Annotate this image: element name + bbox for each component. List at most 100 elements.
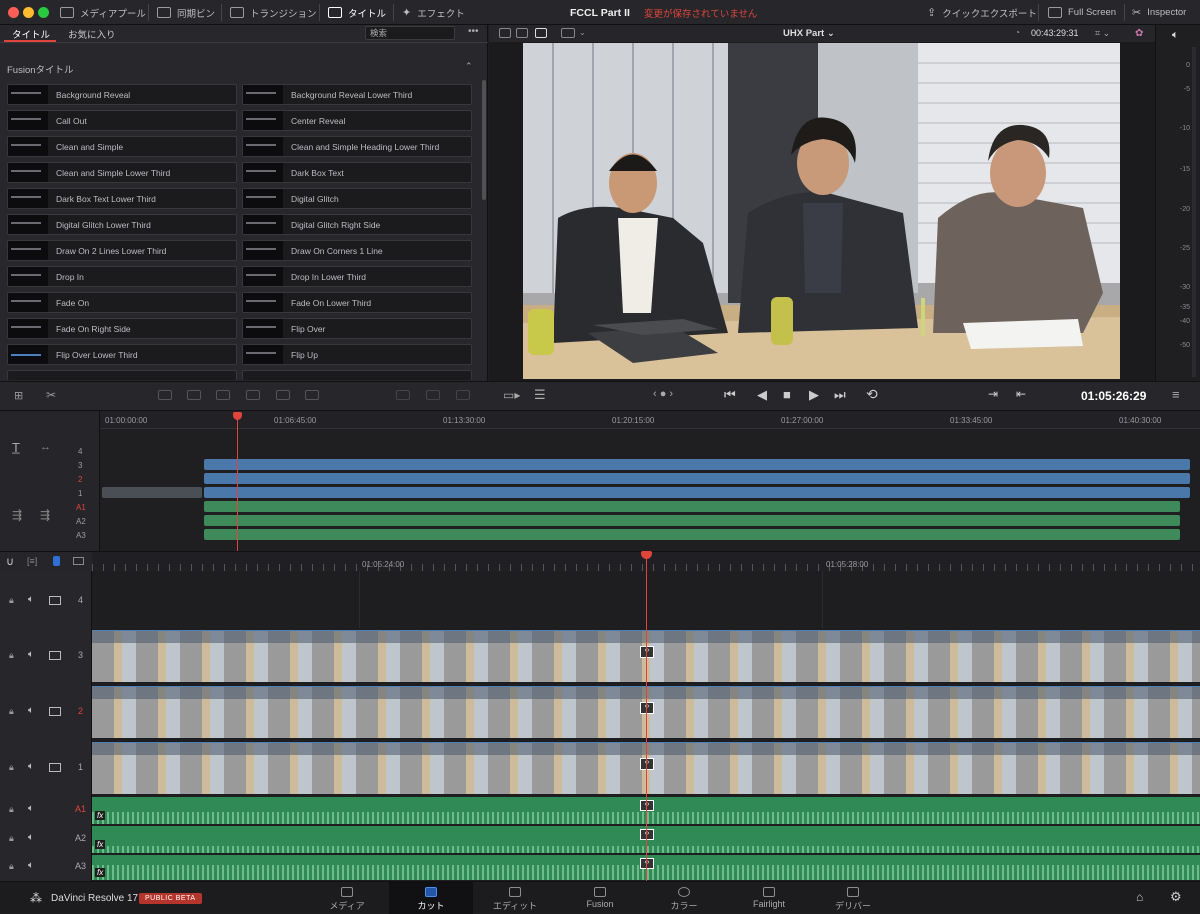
source-tape-icon[interactable]: ▭▸ [503, 388, 520, 402]
ripple-overwrite-icon[interactable] [216, 390, 230, 400]
play-reverse-icon[interactable]: ◀ [757, 387, 767, 403]
close-up-icon[interactable] [246, 390, 260, 400]
page-tab-media[interactable]: メディア [305, 882, 389, 914]
audio-toggle-icon[interactable]: 🔈︎ [28, 832, 34, 843]
audio-toggle-icon[interactable]: 🔈︎ [28, 705, 34, 716]
sync-bin-button[interactable]: 同期ビン [157, 0, 215, 25]
safe-area-icon[interactable]: ⌗ ⌄ [1095, 28, 1110, 39]
lock-icon[interactable]: 🔒︎ [9, 804, 14, 815]
tab-favorites[interactable]: お気に入り [68, 27, 116, 41]
viewer-mode-icon[interactable] [535, 28, 547, 38]
chevron-down-icon[interactable]: ⌄ [579, 28, 586, 37]
audio-waveform-icon[interactable]: ⇶ [40, 508, 50, 522]
tab-titles[interactable]: タイトル [12, 27, 50, 41]
more-options-icon[interactable]: ••• [468, 26, 479, 37]
settings-gear-icon[interactable]: ⚙ [1170, 889, 1182, 905]
edit-point-icon[interactable]: ‹› [640, 758, 654, 770]
audio-track-icon[interactable]: ⇶ [12, 508, 22, 522]
overview-gap-clip[interactable] [102, 487, 202, 498]
title-item[interactable]: Digital Glitch [242, 188, 472, 209]
page-tab-cut[interactable]: カット [389, 882, 473, 914]
viewer-mode-icon[interactable] [516, 28, 528, 38]
lock-icon[interactable]: 🔒︎ [9, 595, 14, 606]
collapse-chevron-icon[interactable]: ⌃ [465, 61, 473, 72]
title-item[interactable]: Call Out [7, 110, 237, 131]
go-to-end-icon[interactable]: ⏭ [834, 387, 846, 403]
overview-video-clip[interactable] [204, 487, 1190, 498]
title-item[interactable]: Flip Over [242, 318, 472, 339]
quick-export-button[interactable]: ⇪ クイックエクスポート [927, 0, 1037, 25]
marker-icon[interactable] [53, 556, 60, 566]
track-height-icon[interactable]: T̲ [12, 440, 20, 455]
place-on-top-icon[interactable] [276, 390, 290, 400]
home-icon[interactable]: ⌂ [1136, 890, 1143, 904]
edit-point-icon[interactable]: ‹› [640, 646, 654, 658]
title-item[interactable]: Fade On Right Side [7, 318, 237, 339]
viewer-mode-icon[interactable] [499, 28, 511, 38]
page-tab-fusion[interactable]: Fusion [558, 882, 642, 914]
overview-audio-clip[interactable] [204, 515, 1180, 526]
audio-toggle-icon[interactable]: 🔈︎ [28, 761, 34, 772]
media-pool-button[interactable]: メディアプール [60, 0, 146, 25]
play-icon[interactable]: ▶ [809, 387, 819, 403]
viewer-layout-icon[interactable] [561, 28, 575, 38]
append-icon[interactable] [187, 390, 201, 400]
title-item[interactable]: Fade On Lower Third [242, 292, 472, 313]
title-item[interactable]: Digital Glitch Lower Third [7, 214, 237, 235]
out-point-icon[interactable]: ⇥ [988, 387, 998, 401]
title-item[interactable]: Drop In Lower Third [242, 266, 472, 287]
page-tab-color[interactable]: カラー [642, 882, 726, 914]
speaker-icon[interactable]: 🔈︎ [1172, 29, 1179, 42]
page-tab-deliver[interactable]: デリバー [811, 882, 895, 914]
clip-view-icon[interactable] [73, 557, 84, 565]
color-icon[interactable]: ✿ [1135, 28, 1143, 39]
video-toggle-icon[interactable] [49, 596, 61, 605]
page-tab-edit[interactable]: エディット [473, 882, 557, 914]
title-item[interactable]: Dark Box Text [242, 162, 472, 183]
transitions-button[interactable]: トランジション [230, 0, 317, 25]
scissors-icon[interactable]: ✂ [46, 388, 56, 402]
lock-icon[interactable]: 🔒︎ [9, 833, 14, 844]
jog-control-icon[interactable]: ‹ ● › [653, 388, 673, 400]
audio-toggle-icon[interactable]: 🔈︎ [28, 594, 34, 605]
title-item[interactable]: Dark Box Text Lower Third [7, 188, 237, 209]
edit-point-icon[interactable]: ‹› [640, 829, 654, 840]
edit-point-icon[interactable]: ‹› [640, 800, 654, 811]
overview-audio-clip[interactable] [204, 501, 1180, 512]
title-item[interactable] [242, 370, 472, 380]
title-item[interactable]: Background Reveal Lower Third [242, 84, 472, 105]
lock-icon[interactable]: 🔒︎ [9, 861, 14, 872]
video-toggle-icon[interactable] [49, 707, 61, 716]
video-toggle-icon[interactable] [49, 763, 61, 772]
title-item[interactable]: Clean and Simple [7, 136, 237, 157]
overview-audio-clip[interactable] [204, 529, 1180, 540]
title-item[interactable]: Digital Glitch Right Side [242, 214, 472, 235]
effects-button[interactable]: ✦ エフェクト [402, 0, 465, 25]
edit-point-icon[interactable]: ‹› [640, 858, 654, 869]
snapping-icon[interactable]: ∪ [6, 555, 14, 568]
title-item[interactable]: Center Reveal [242, 110, 472, 131]
smart-indicator-icon[interactable]: ⊞ [14, 389, 23, 402]
loop-icon[interactable]: ⟲ [866, 386, 878, 403]
overview-video-clip[interactable] [204, 459, 1190, 470]
stop-icon[interactable]: ■ [783, 387, 791, 402]
close-window-button[interactable] [8, 7, 19, 18]
smart-insert-icon[interactable] [158, 390, 172, 400]
lock-icon[interactable]: 🔒︎ [9, 762, 14, 773]
title-item[interactable]: Flip Over Lower Third [7, 344, 237, 365]
zoom-window-button[interactable] [38, 7, 49, 18]
title-item[interactable]: Fade On [7, 292, 237, 313]
title-item[interactable]: Drop In [7, 266, 237, 287]
menu-icon[interactable]: ≡ [1172, 387, 1180, 402]
video-toggle-icon[interactable] [49, 651, 61, 660]
title-item[interactable]: Background Reveal [7, 84, 237, 105]
inspector-button[interactable]: ✂ Inspector [1132, 0, 1186, 25]
title-item[interactable]: Clean and Simple Lower Third [7, 162, 237, 183]
zoom-icon[interactable]: ↔ [40, 441, 51, 453]
lower-ruler[interactable]: ∪ [≡] 01:05:24:00 01:05:28:00 [0, 551, 1200, 572]
audio-toggle-icon[interactable]: 🔈︎ [28, 649, 34, 660]
in-point-icon[interactable]: ⇤ [1016, 387, 1026, 401]
audio-toggle-icon[interactable]: 🔈︎ [28, 803, 34, 814]
upper-playhead[interactable] [237, 415, 238, 551]
titles-button[interactable]: タイトル [328, 0, 386, 25]
